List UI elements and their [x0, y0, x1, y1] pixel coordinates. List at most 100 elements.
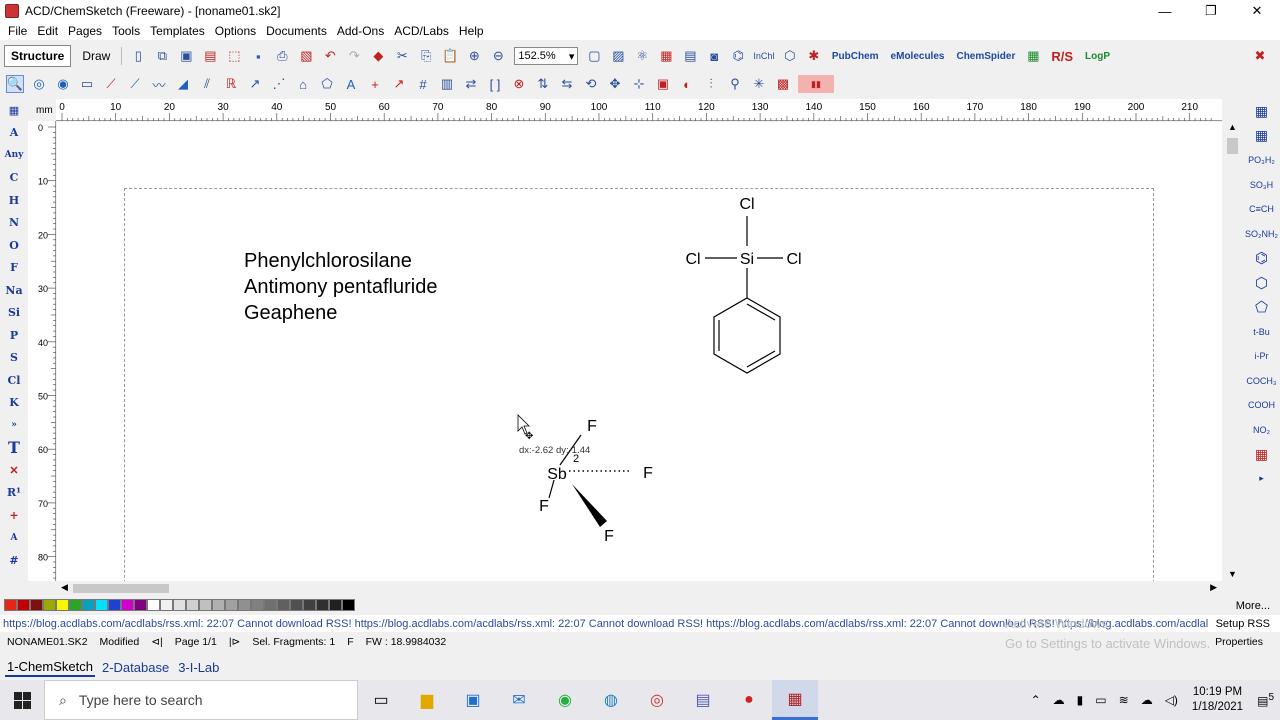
ring-icon[interactable]: ⬡ — [781, 47, 799, 65]
page-nav-next-icon[interactable]: |⊳ — [229, 636, 241, 648]
clean-structure-icon[interactable]: ⊗ — [510, 75, 528, 93]
element-na-button[interactable]: Na — [0, 279, 28, 302]
menu-documents[interactable]: Documents — [266, 24, 327, 38]
element-cl-button[interactable]: Cl — [0, 369, 28, 392]
radical-ipr-button[interactable]: i-Pr — [1243, 344, 1280, 369]
minimize-button[interactable]: — — [1142, 0, 1188, 22]
save-icon[interactable]: ▪ — [249, 47, 267, 65]
rectangle-select-icon[interactable]: ▭ — [78, 75, 96, 93]
color-swatch[interactable] — [82, 599, 95, 611]
image-icon[interactable]: ▨ — [609, 47, 627, 65]
r-group-icon[interactable]: ℝ — [222, 75, 240, 93]
isotope-icon[interactable]: A — [0, 527, 28, 550]
structure-mode-button[interactable]: Structure — [4, 45, 72, 67]
color-swatch[interactable] — [69, 599, 82, 611]
zoom-out-icon[interactable]: ⊖ — [489, 47, 507, 65]
r-group-button[interactable]: R¹ — [0, 482, 28, 505]
cyclopentane-icon[interactable]: ⬠ — [1243, 295, 1280, 320]
open-folder-icon[interactable]: ▤ — [201, 47, 219, 65]
battery-icon[interactable]: ▭ — [1095, 693, 1106, 707]
search-web-icon[interactable]: ✱ — [805, 47, 823, 65]
horizontal-scroll-thumb[interactable] — [73, 584, 169, 593]
flip-icon[interactable]: ⇅ — [534, 75, 552, 93]
teams-icon[interactable]: ▤ — [680, 680, 726, 720]
radical-table-icon[interactable]: ▦ — [1243, 99, 1280, 124]
taskbar-clock[interactable]: 10:19 PM 1/18/2021 — [1192, 685, 1243, 715]
color-swatch[interactable] — [56, 599, 69, 611]
file-explorer-icon[interactable]: ▆ — [404, 680, 450, 720]
recorder-icon[interactable]: ● — [726, 680, 772, 720]
undo-icon[interactable]: ↶ — [321, 47, 339, 65]
color-swatch[interactable] — [316, 599, 329, 611]
menu-pages[interactable]: Pages — [68, 24, 102, 38]
color-swatch[interactable] — [251, 599, 264, 611]
radical-po3h2-button[interactable]: PO₃H₂ — [1243, 148, 1280, 173]
expand-icon[interactable]: ▸ — [1243, 467, 1280, 492]
radical-coch3-button[interactable]: COCH₃ — [1243, 369, 1280, 394]
tab-database[interactable]: 2-Database — [100, 659, 171, 676]
hash-bond-icon[interactable]: ⫽ — [198, 75, 216, 93]
color-swatch[interactable] — [238, 599, 251, 611]
tab-chemsketch[interactable]: 1-ChemSketch — [5, 658, 95, 677]
more-colors-button[interactable]: More... — [1236, 600, 1270, 612]
color-swatch[interactable] — [30, 599, 43, 611]
numbering-icon[interactable]: # — [414, 75, 432, 93]
radical-so3h-button[interactable]: SO₃H — [1243, 173, 1280, 198]
start-button[interactable] — [0, 680, 44, 720]
chemspider-link[interactable]: ChemSpider — [956, 51, 1015, 62]
bond-draw-icon[interactable]: ⟋ — [102, 75, 120, 93]
phenyltrichlorosilane-structure[interactable]: Cl Si Cl Cl — [685, 196, 802, 374]
vertical-scrollbar[interactable]: ▲ ▼ — [1222, 122, 1243, 581]
color-swatch[interactable] — [186, 599, 199, 611]
exit-icon[interactable]: ✖ — [1251, 47, 1269, 65]
color-swatch[interactable] — [264, 599, 277, 611]
zoom-select[interactable]: 152.5% ▾ — [514, 47, 579, 65]
horizontal-scrollbar[interactable]: ◀ ▶ — [57, 581, 1223, 596]
radical-ethynyl-button[interactable]: C≡CH — [1243, 197, 1280, 222]
menu-file[interactable]: File — [8, 24, 27, 38]
element-any-button[interactable]: Any — [0, 144, 28, 167]
color-swatch[interactable] — [147, 599, 160, 611]
notification-icon[interactable]: ▤5 — [1257, 692, 1274, 708]
element-s-button[interactable]: S — [0, 347, 28, 370]
paste-icon[interactable]: 📋 — [441, 47, 459, 65]
element-c-button[interactable]: C — [0, 167, 28, 190]
radical-grid-icon[interactable]: ▦ — [1243, 124, 1280, 149]
color-swatch[interactable] — [134, 599, 147, 611]
add-charge-icon[interactable]: + — [366, 75, 384, 93]
store-icon[interactable]: ▣ — [450, 680, 496, 720]
groups-icon[interactable]: ▦ — [1024, 47, 1042, 65]
wifi-icon[interactable]: ≋ — [1119, 693, 1129, 707]
color-swatch[interactable] — [121, 599, 134, 611]
text-tool-icon[interactable]: A — [342, 75, 360, 93]
wavy-bond-icon[interactable]: 〰 — [150, 75, 168, 93]
element-f-button[interactable]: F — [0, 257, 28, 280]
show-page-icon[interactable]: ▢ — [585, 47, 603, 65]
periodic-table-icon[interactable]: ▦ — [0, 99, 28, 122]
menu-acdlabs[interactable]: ACD/Labs — [394, 24, 449, 38]
tab-i-lab[interactable]: 3-I-Lab — [176, 659, 221, 676]
mail-icon[interactable]: ✉ — [496, 680, 542, 720]
element-n-button[interactable]: N — [0, 212, 28, 235]
element-k-button[interactable]: K — [0, 392, 28, 415]
inchi-label[interactable]: InChI — [753, 47, 775, 65]
rs-stereo-link[interactable]: R/S — [1051, 49, 1073, 64]
menu-options[interactable]: Options — [215, 24, 256, 38]
atom-props-icon[interactable]: ✕ — [0, 459, 28, 482]
new-document-icon[interactable]: ⧉ — [153, 47, 171, 65]
task-view-icon[interactable]: ▭ — [358, 680, 404, 720]
numbering-button[interactable]: # — [0, 549, 28, 572]
setup-rss-button[interactable]: Setup RSS — [1216, 618, 1270, 630]
radical-no2-button[interactable]: NO₂ — [1243, 418, 1280, 443]
bracket-icon[interactable]: [ ] — [486, 75, 504, 93]
chrome-icon[interactable]: ◎ — [634, 680, 680, 720]
maximize-button[interactable]: ❐ — [1188, 0, 1234, 22]
close-button[interactable]: ✕ — [1234, 0, 1280, 22]
pubchem-link[interactable]: PubChem — [832, 51, 879, 62]
color-swatch[interactable] — [4, 599, 17, 611]
flip-horizontal-icon[interactable]: ⇆ — [558, 75, 576, 93]
onedrive-icon[interactable]: ☁ — [1053, 693, 1065, 707]
properties-button[interactable]: Properties — [1215, 636, 1263, 648]
cloud-icon[interactable]: ☁ — [1141, 693, 1153, 707]
cyclohexane-icon[interactable]: ⬡ — [1243, 271, 1280, 296]
